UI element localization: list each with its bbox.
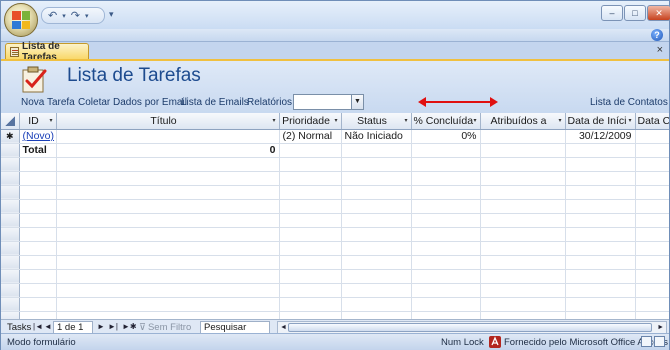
cell-percent[interactable]: 0% [411, 129, 481, 144]
view-switcher [641, 336, 665, 347]
document-tab-bar: Lista de Tarefas × [1, 41, 669, 63]
cell-prioridade[interactable]: (2) Normal [279, 129, 342, 144]
quick-access-toolbar: ↶ ▾ ↷ ▾ [41, 7, 105, 24]
empty-row [1, 213, 669, 228]
task-table: ID ▾ Título ▾ Prioridade ▾ Status ▾ % Conclu… [1, 113, 669, 319]
last-record-button[interactable]: ►| [108, 322, 118, 331]
total-cell[interactable] [411, 143, 481, 158]
column-header-titulo[interactable]: Título ▾ [56, 113, 280, 130]
new-record-marker[interactable]: ✱ [1, 129, 20, 144]
cell-titulo[interactable] [56, 129, 280, 144]
title-bar: ↶ ▾ ↷ ▾ ▾ – □ ✕ [1, 1, 670, 29]
collect-email-link[interactable]: Coletar Dados por Email [78, 97, 187, 108]
row-selector[interactable] [1, 143, 20, 158]
total-cell[interactable] [565, 143, 636, 158]
form-view-icon[interactable] [641, 336, 652, 347]
scroll-left-icon[interactable]: ◄ [280, 322, 287, 333]
chevron-down-icon[interactable]: ▼ [351, 95, 363, 109]
total-titulo[interactable]: 0 [56, 143, 280, 158]
restore-button[interactable]: □ [624, 5, 646, 21]
empty-row [1, 227, 669, 242]
first-record-button[interactable]: |◄ [33, 322, 43, 331]
header-row: ID ▾ Título ▾ Prioridade ▾ Status ▾ % Conclu… [1, 113, 669, 130]
next-record-button[interactable]: ► [97, 322, 105, 331]
column-header-prioridade[interactable]: Prioridade ▾ [279, 113, 342, 130]
empty-row [1, 171, 669, 186]
dropdown-arrow-icon[interactable]: ▾ [62, 12, 66, 20]
customize-qat-icon[interactable]: ▾ [109, 9, 114, 20]
access-logo-icon [489, 336, 501, 348]
task-list-form: Lista de Tarefas Nova Tarefa Coletar Dad… [1, 59, 669, 335]
empty-row [1, 297, 669, 312]
dropdown-arrow-icon[interactable]: ▾ [85, 12, 89, 20]
status-bar: Modo formulário Num Lock Fornecido pelo … [1, 333, 669, 350]
office-button[interactable] [4, 3, 38, 37]
empty-row [1, 283, 669, 298]
cell-data-conclusao[interactable] [635, 129, 669, 144]
empty-row [1, 199, 669, 214]
empty-row [1, 185, 669, 200]
empty-row [1, 311, 669, 319]
access-window: ↶ ▾ ↷ ▾ ▾ – □ ✕ ? Lista de Tarefas × Lis… [0, 0, 670, 350]
command-bar: Nova Tarefa Coletar Dados por Email List… [1, 94, 669, 113]
form-title: Lista de Tarefas [67, 65, 201, 86]
office-logo-icon [12, 11, 30, 29]
empty-row [1, 255, 669, 270]
cell-atribuidos[interactable] [480, 129, 566, 144]
prev-record-button[interactable]: ◄ [44, 322, 52, 331]
new-record-button[interactable]: ►✱ [122, 322, 137, 331]
column-header-id[interactable]: ID ▾ [19, 113, 57, 130]
column-header-data-conclusao[interactable]: Data Co [635, 113, 669, 130]
filter-label: Sem Filtro [147, 322, 192, 333]
select-all-corner[interactable] [1, 113, 20, 130]
contacts-list-link[interactable]: Lista de Contatos [590, 97, 668, 108]
empty-row [1, 269, 669, 284]
undo-icon[interactable]: ↶ [48, 9, 57, 22]
total-cell[interactable] [635, 143, 669, 158]
tab-lista-de-tarefas[interactable]: Lista de Tarefas [5, 41, 89, 63]
redo-icon[interactable]: ↷ [71, 9, 80, 22]
checklist-icon [22, 66, 47, 93]
minimize-button[interactable]: – [601, 5, 623, 21]
empty-row [1, 241, 669, 256]
window-controls: – □ ✕ [601, 5, 670, 21]
help-icon[interactable]: ? [651, 29, 663, 41]
cell-id[interactable]: (Novo) [19, 129, 57, 144]
form-header: Lista de Tarefas Nova Tarefa Coletar Dad… [1, 61, 669, 113]
column-header-atribuidos[interactable]: Atribuídos a ▾ [480, 113, 566, 130]
close-button[interactable]: ✕ [647, 5, 670, 21]
new-record-row[interactable]: ✱ (Novo) (2) Normal Não Iniciado 0% 30/1… [1, 129, 669, 144]
column-header-percent[interactable]: % Concluída ▾ [411, 113, 481, 130]
reports-label: Relatórios [247, 97, 293, 108]
cell-data-inicio[interactable]: 30/12/2009 [565, 129, 636, 144]
filter-icon: ⊽ [139, 322, 146, 333]
view-mode-text: Modo formulário [7, 337, 76, 348]
column-header-data-inicio[interactable]: Data de Iníci ▾ [565, 113, 636, 130]
column-header-status[interactable]: Status ▾ [341, 113, 412, 130]
close-tab-icon[interactable]: × [657, 44, 663, 56]
total-cell[interactable] [480, 143, 566, 158]
num-lock-indicator: Num Lock [441, 337, 484, 348]
total-cell[interactable] [341, 143, 412, 158]
datasheet-view-icon[interactable] [654, 336, 665, 347]
total-label: Total [19, 143, 57, 158]
reports-select[interactable]: ▼ [293, 94, 364, 110]
nav-label: Tasks [7, 322, 32, 333]
form-icon [10, 46, 19, 57]
new-task-link[interactable]: Nova Tarefa [21, 97, 75, 108]
total-row: Total 0 [1, 143, 669, 158]
scroll-thumb[interactable] [288, 323, 652, 332]
scroll-right-icon[interactable]: ► [657, 322, 664, 333]
total-cell[interactable] [279, 143, 342, 158]
task-datasheet: ID ▾ Título ▾ Prioridade ▾ Status ▾ % Conclu… [1, 113, 669, 319]
cell-status[interactable]: Não Iniciado [341, 129, 412, 144]
email-list-link[interactable]: Lista de Emails [181, 97, 249, 108]
ribbon-minimized: ? [1, 29, 669, 42]
double-arrow-annotation [418, 97, 498, 107]
empty-row [1, 157, 669, 172]
